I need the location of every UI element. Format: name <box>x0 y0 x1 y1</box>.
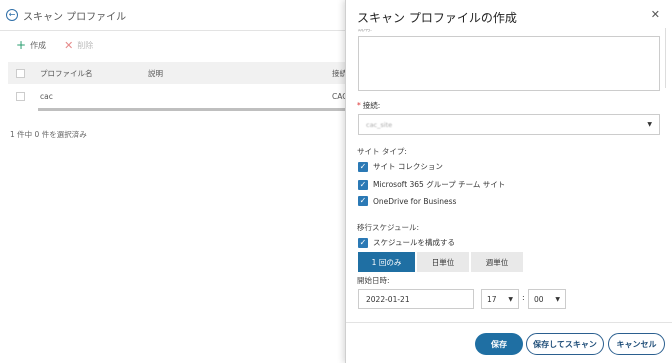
delete-button[interactable]: ✕ 削除 <box>64 39 93 51</box>
row-checkbox[interactable] <box>16 91 25 101</box>
selection-status: 1 件中 0 件を選択済み <box>10 130 87 139</box>
connection-label: * 接続: <box>357 100 380 111</box>
cancel-button[interactable]: キャンセル <box>608 333 665 355</box>
minute-value: 00 <box>534 294 544 304</box>
site-type-option-m365-group[interactable]: ✓ Microsoft 365 グループ チーム サイト <box>358 179 505 190</box>
save-button[interactable]: 保存 <box>475 333 523 355</box>
toolbar: + 作成 ✕ 削除 <box>16 39 93 51</box>
delete-label: 削除 <box>77 40 94 50</box>
description-label: 説明: <box>358 29 373 33</box>
footer-divider <box>346 322 672 323</box>
checkmark-icon[interactable]: ✓ <box>358 161 368 172</box>
table-row[interactable]: cac CAC <box>8 84 348 108</box>
site-type-label-1: Microsoft 365 グループ チーム サイト <box>373 180 506 189</box>
required-marker: * <box>357 101 361 110</box>
configure-schedule-label: スケジュールを構成する <box>373 238 455 247</box>
minute-select[interactable]: 00 ▼ <box>528 289 566 309</box>
save-and-scan-button[interactable]: 保存してスキャン <box>526 333 604 355</box>
site-type-option-site-collection[interactable]: ✓ サイト コレクション <box>358 161 443 172</box>
hour-select[interactable]: 17 ▼ <box>481 289 519 309</box>
create-button[interactable]: + 作成 <box>16 39 46 51</box>
site-type-label-0: サイト コレクション <box>373 162 443 171</box>
start-date-input[interactable]: 2022-01-21 <box>358 289 474 309</box>
site-type-option-onedrive[interactable]: ✓ OneDrive for Business <box>358 196 456 206</box>
frequency-selector: 1 回のみ 日単位 週単位 <box>358 252 523 272</box>
row-name: cac <box>40 91 53 101</box>
column-header-description[interactable]: 説明 <box>148 68 163 79</box>
frequency-daily-button[interactable]: 日単位 <box>417 252 469 272</box>
checkmark-icon[interactable]: ✓ <box>358 179 368 190</box>
start-datetime-label: 開始日時: <box>357 276 390 285</box>
table-header-row: プロファイル名 説明 接続 <box>8 62 348 84</box>
x-icon: ✕ <box>64 38 74 52</box>
time-separator: : <box>522 293 525 302</box>
profile-table: プロファイル名 説明 接続 cac CAC <box>8 62 348 108</box>
panel-scrollbar[interactable] <box>665 28 666 88</box>
schedule-label: 移行スケジュール: <box>357 223 420 232</box>
hour-value: 17 <box>487 294 497 304</box>
connection-value: cac_site <box>366 120 393 129</box>
panel-title: スキャン プロファイルの作成 <box>357 11 517 25</box>
connection-label-text: 接続: <box>362 101 381 110</box>
chevron-down-icon: ▼ <box>508 295 513 303</box>
close-icon[interactable]: ✕ <box>651 8 660 21</box>
back-arrow-icon[interactable]: ← <box>6 9 18 21</box>
select-all-checkbox[interactable] <box>16 68 25 78</box>
chevron-down-icon: ▼ <box>647 121 652 128</box>
create-label: 作成 <box>30 40 47 50</box>
page-title: スキャン プロファイル <box>23 11 127 23</box>
configure-schedule-option[interactable]: ✓ スケジュールを構成する <box>358 237 455 248</box>
site-type-label: サイト タイプ: <box>357 147 407 156</box>
horizontal-scrollbar[interactable] <box>38 108 348 111</box>
site-type-label-2: OneDrive for Business <box>373 196 457 206</box>
create-profile-panel: スキャン プロファイルの作成 ✕ 説明: * 接続: cac_site ▼ サイト… <box>345 0 672 363</box>
chevron-down-icon: ▼ <box>555 295 560 303</box>
frequency-once-button[interactable]: 1 回のみ <box>358 252 415 272</box>
connection-select[interactable]: cac_site ▼ <box>358 114 660 135</box>
checkmark-icon[interactable]: ✓ <box>358 237 368 248</box>
column-header-name[interactable]: プロファイル名 <box>40 68 93 79</box>
description-textarea[interactable] <box>358 36 660 91</box>
frequency-weekly-button[interactable]: 週単位 <box>471 252 523 272</box>
plus-icon: + <box>16 38 27 52</box>
checkmark-icon[interactable]: ✓ <box>358 196 368 206</box>
